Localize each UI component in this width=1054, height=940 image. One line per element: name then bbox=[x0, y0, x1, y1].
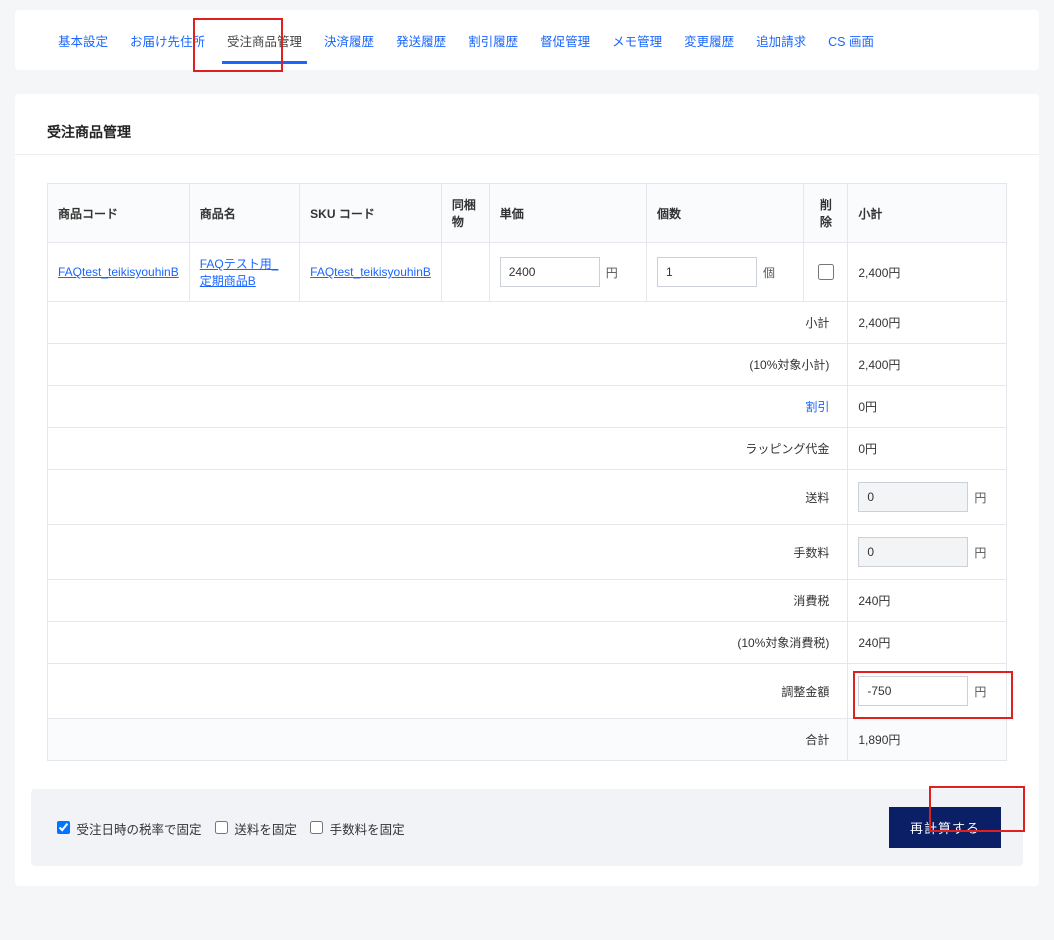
sum-total-label: 合計 bbox=[48, 719, 848, 761]
tab-settlement[interactable]: 決済履歴 bbox=[313, 21, 385, 60]
tab-dunning[interactable]: 督促管理 bbox=[529, 21, 601, 60]
qty-input[interactable] bbox=[657, 257, 757, 287]
tabs-card: 基本設定 お届け先住所 受注商品管理 決済履歴 発送履歴 割引履歴 督促管理 メ… bbox=[15, 10, 1039, 70]
main-card: 受注商品管理 商品コード 商品名 SKU コード 同梱物 単価 個数 削除 小計 bbox=[15, 94, 1039, 886]
checkbox-group: 受注日時の税率で固定 送料を固定 手数料を固定 bbox=[53, 818, 411, 838]
sum-fee-label: 手数料 bbox=[48, 525, 848, 580]
product-code-link[interactable]: FAQtest_teikisyouhinB bbox=[58, 265, 179, 279]
tab-address[interactable]: お届け先住所 bbox=[119, 21, 216, 60]
sum-subtotal-value: 2,400円 bbox=[848, 302, 1007, 344]
fee-unit: 円 bbox=[974, 544, 986, 561]
sum-tax10sub-value: 2,400円 bbox=[848, 344, 1007, 386]
adjust-unit: 円 bbox=[974, 683, 986, 700]
th-bundle: 同梱物 bbox=[441, 184, 489, 243]
unit-price-unit: 円 bbox=[606, 264, 618, 281]
shipping-input[interactable] bbox=[858, 482, 968, 512]
section-title: 受注商品管理 bbox=[15, 94, 1039, 155]
tab-basic[interactable]: 基本設定 bbox=[47, 21, 119, 60]
sum-wrapping-label: ラッピング代金 bbox=[48, 428, 848, 470]
sum-shipping-label: 送料 bbox=[48, 470, 848, 525]
sum-discount-value: 0円 bbox=[848, 386, 1007, 428]
tab-discount-hist[interactable]: 割引履歴 bbox=[457, 21, 529, 60]
sum-tax10sub-label: (10%対象小計) bbox=[48, 344, 848, 386]
fix-tax-rate-checkbox[interactable] bbox=[57, 821, 70, 834]
th-unit-price: 単価 bbox=[489, 184, 646, 243]
table-header-row: 商品コード 商品名 SKU コード 同梱物 単価 個数 削除 小計 bbox=[48, 184, 1007, 243]
footer-bar: 受注日時の税率で固定 送料を固定 手数料を固定 再計算する bbox=[31, 789, 1023, 866]
fix-fee-checkbox[interactable] bbox=[310, 821, 323, 834]
fix-shipping-text: 送料を固定 bbox=[234, 823, 297, 837]
sum-subtotal-label: 小計 bbox=[48, 302, 848, 344]
recalc-button[interactable]: 再計算する bbox=[889, 807, 1001, 848]
sum-tax-label: 消費税 bbox=[48, 580, 848, 622]
fix-shipping-checkbox[interactable] bbox=[215, 821, 228, 834]
th-sku: SKU コード bbox=[300, 184, 442, 243]
th-name: 商品名 bbox=[189, 184, 299, 243]
sum-adjust-label: 調整金額 bbox=[48, 664, 848, 719]
fix-tax-rate-text: 受注日時の税率で固定 bbox=[76, 823, 201, 837]
shipping-unit: 円 bbox=[974, 489, 986, 506]
fix-shipping-label[interactable]: 送料を固定 bbox=[211, 823, 297, 837]
products-table: 商品コード 商品名 SKU コード 同梱物 単価 個数 削除 小計 FAQtes… bbox=[47, 183, 1007, 761]
fix-fee-label[interactable]: 手数料を固定 bbox=[306, 823, 405, 837]
th-subtotal: 小計 bbox=[848, 184, 1007, 243]
sku-link[interactable]: FAQtest_teikisyouhinB bbox=[310, 265, 431, 279]
th-delete: 削除 bbox=[804, 184, 848, 243]
tab-shipping-hist[interactable]: 発送履歴 bbox=[385, 21, 457, 60]
table-row: FAQtest_teikisyouhinB FAQテスト用_定期商品B FAQt… bbox=[48, 243, 1007, 302]
row-subtotal: 2,400円 bbox=[848, 243, 1007, 302]
adjust-input[interactable] bbox=[858, 676, 968, 706]
tab-additional-billing[interactable]: 追加請求 bbox=[745, 21, 817, 60]
delete-checkbox[interactable] bbox=[818, 264, 834, 280]
sum-wrapping-value: 0円 bbox=[848, 428, 1007, 470]
sum-discount-label[interactable]: 割引 bbox=[805, 400, 829, 414]
product-name-link[interactable]: FAQテスト用_定期商品B bbox=[200, 257, 279, 288]
tab-change-hist[interactable]: 変更履歴 bbox=[673, 21, 745, 60]
content-area: 商品コード 商品名 SKU コード 同梱物 単価 個数 削除 小計 FAQtes… bbox=[15, 155, 1039, 789]
fix-tax-rate-label[interactable]: 受注日時の税率で固定 bbox=[53, 823, 202, 837]
bundle-cell bbox=[441, 243, 489, 302]
fix-fee-text: 手数料を固定 bbox=[330, 823, 405, 837]
qty-unit: 個 bbox=[763, 264, 775, 281]
sum-tax-value: 240円 bbox=[848, 580, 1007, 622]
tabs-nav: 基本設定 お届け先住所 受注商品管理 決済履歴 発送履歴 割引履歴 督促管理 メ… bbox=[15, 10, 1039, 70]
unit-price-input[interactable] bbox=[500, 257, 600, 287]
fee-input[interactable] bbox=[858, 537, 968, 567]
th-code: 商品コード bbox=[48, 184, 190, 243]
sum-total-value: 1,890円 bbox=[848, 719, 1007, 761]
sum-tax10-label: (10%対象消費税) bbox=[48, 622, 848, 664]
tab-order-products[interactable]: 受注商品管理 bbox=[216, 21, 313, 60]
tab-memo[interactable]: メモ管理 bbox=[601, 21, 673, 60]
th-qty: 個数 bbox=[647, 184, 804, 243]
tab-cs-screen[interactable]: CS 画面 bbox=[817, 21, 885, 60]
sum-tax10-value: 240円 bbox=[848, 622, 1007, 664]
